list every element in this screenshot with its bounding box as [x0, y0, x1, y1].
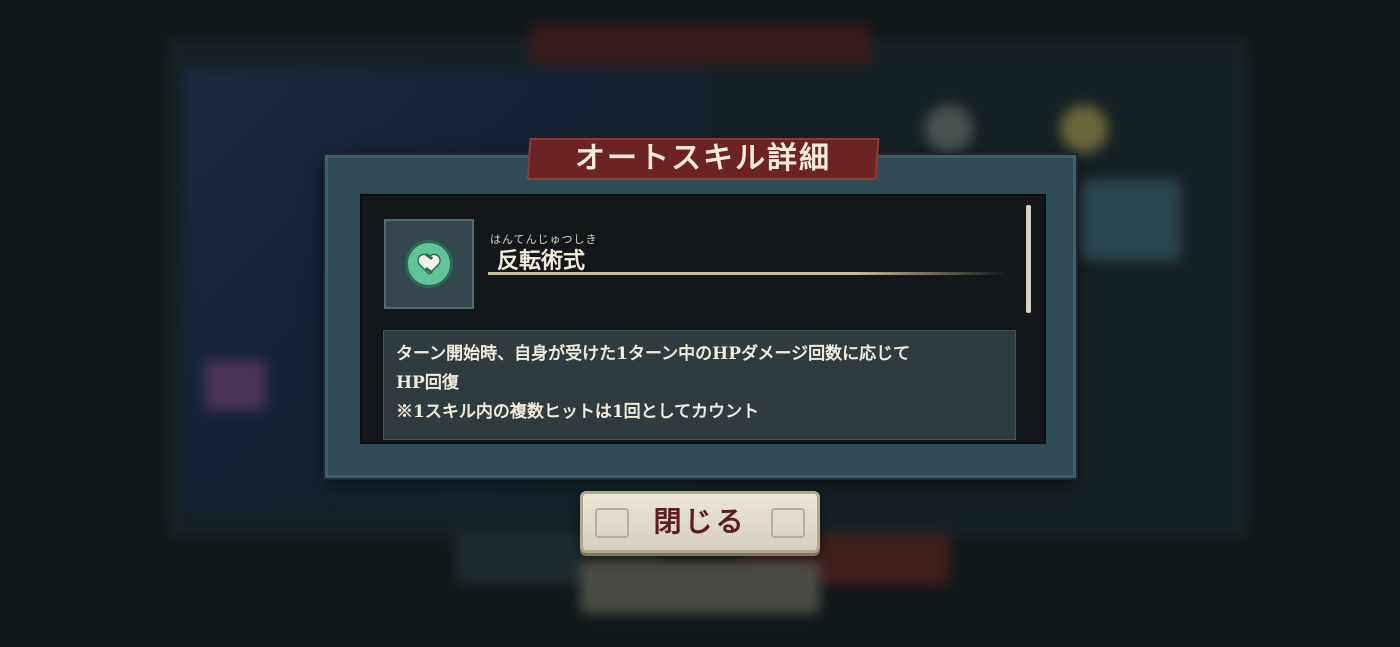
heart-bandage-icon [405, 240, 453, 288]
dialog-title-banner: オートスキル詳細 [526, 138, 880, 180]
background-thumbnail [1080, 180, 1180, 260]
skill-description: ターン開始時、自身が受けた1ターン中のHPダメージ回数に応じて HP回復 ※1ス… [383, 330, 1016, 440]
scrollbar[interactable] [1026, 205, 1031, 313]
background-title-banner [530, 25, 870, 65]
background-thumbnail [205, 360, 265, 410]
description-line: HP回復 [396, 373, 459, 393]
description-line: ターン開始時、自身が受けた1ターン中のHPダメージ回数に応じて [396, 344, 911, 364]
dialog-title: オートスキル詳細 [575, 141, 831, 176]
background-badge-icon [925, 105, 973, 153]
skill-name: 反転術式 [497, 248, 586, 274]
background-button [580, 560, 820, 614]
description-line: ※1スキル内の複数ヒットは1回としてカウント [396, 402, 760, 422]
skill-icon-frame [384, 219, 474, 309]
close-button-label: 閉じる [653, 505, 747, 538]
background-badge-icon [1060, 105, 1108, 153]
close-button[interactable]: 閉じる [580, 491, 820, 553]
skill-name-underline [488, 272, 1008, 275]
